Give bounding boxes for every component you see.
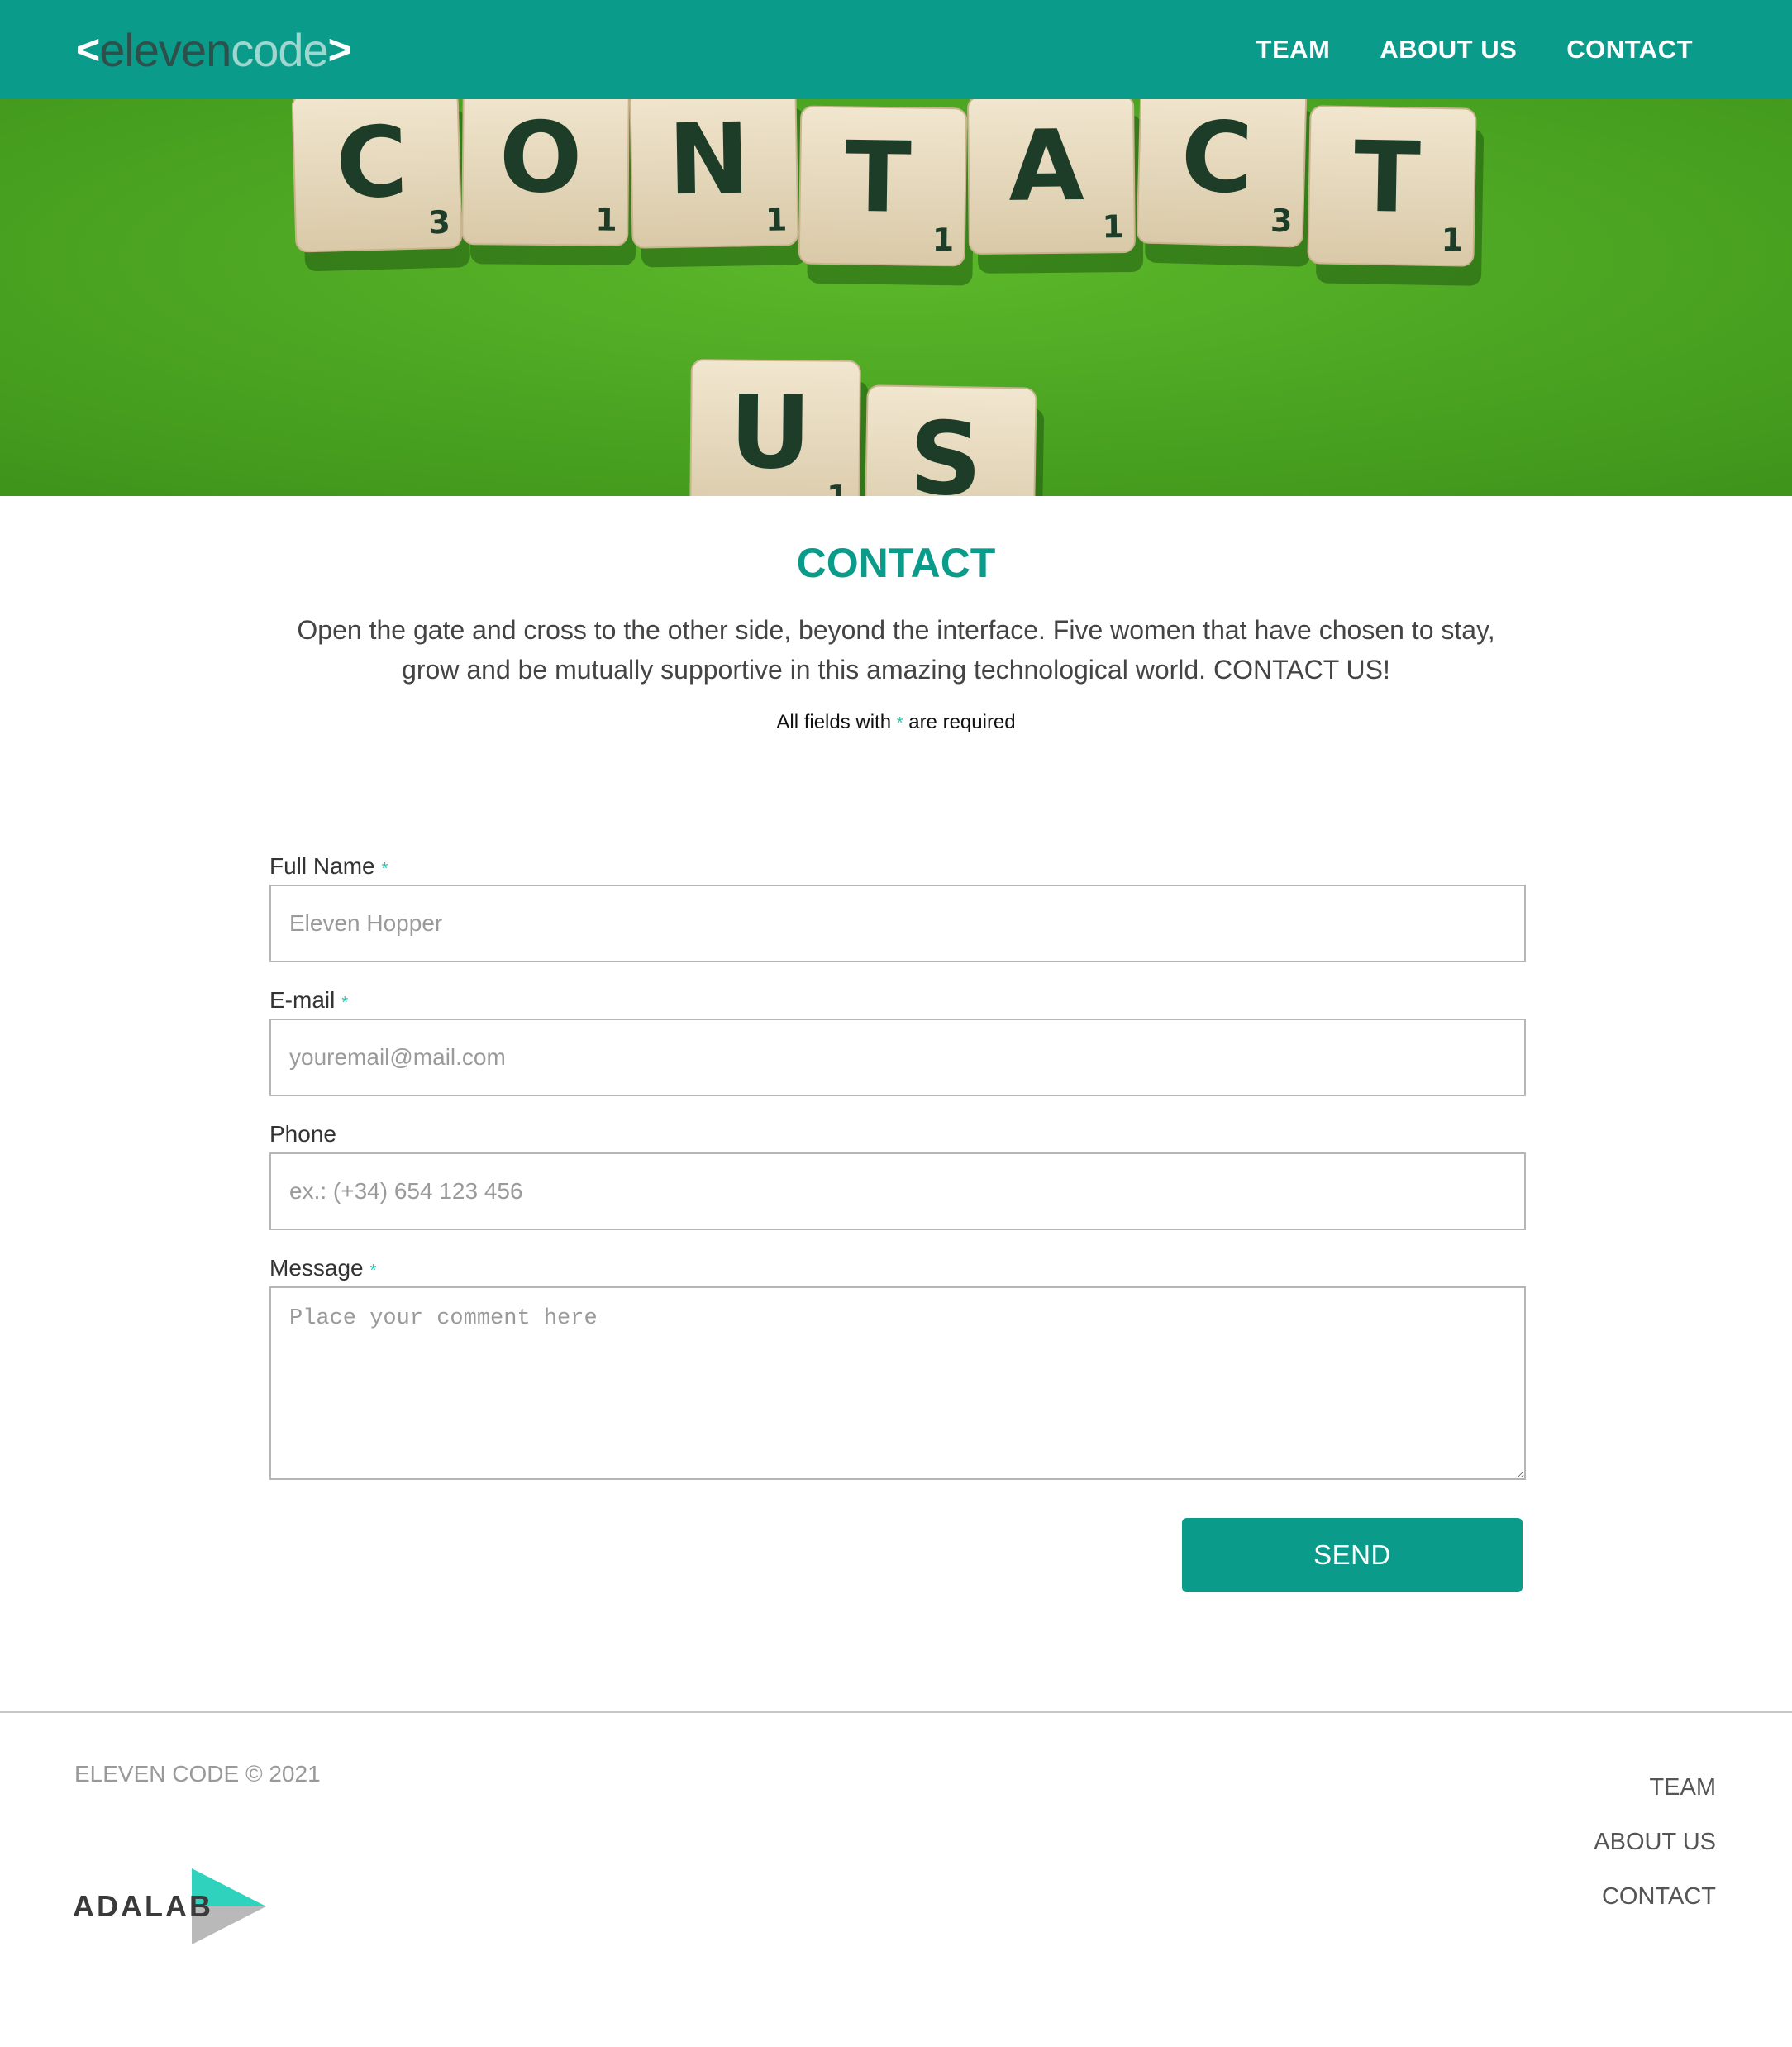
message-textarea[interactable] [269,1286,1526,1480]
message-label-text: Message [269,1255,364,1281]
hero-tile-row1-3: T1 [798,105,975,286]
required-fields-note: All fields with * are required [0,711,1792,734]
hero-tile-row1-4: A1 [967,99,1144,274]
full-name-input[interactable] [269,885,1526,962]
phone-label: Phone [269,1119,1526,1152]
email-label-text: E-mail [269,987,336,1013]
hero-image: C3O1N1T1A1C3T1 U1S1 [0,99,1792,496]
svg-text:1: 1 [1102,208,1124,245]
svg-text:A: A [1008,108,1085,223]
hero-tile-row2-0: U1 [689,359,869,496]
footer-nav: TEAM ABOUT US CONTACT [1594,1774,1716,1910]
phone-field: Phone [269,1119,1526,1230]
svg-text:3: 3 [1270,203,1294,240]
page-title: CONTACT [796,540,996,586]
hero-tile-row1-0: C3 [291,99,470,271]
hero-tile-row2-1: S1 [864,384,1045,496]
svg-text:1: 1 [595,202,617,238]
required-note-prefix: All fields with [776,711,892,733]
email-label: E-mail * [269,985,1526,1019]
svg-text:1: 1 [827,480,850,496]
main-nav: TEAM ABOUT US CONTACT [1256,0,1693,99]
nav-link-contact[interactable]: CONTACT [1566,35,1693,64]
svg-text:U: U [729,374,812,492]
hero-tile-row1-1: O1 [461,99,637,265]
svg-text:1: 1 [765,201,787,237]
elevencode-logo[interactable]: < eleven code > [76,20,352,79]
hero-tile-row1-2: N1 [629,99,807,268]
svg-text:O: O [498,100,583,215]
svg-text:S: S [908,400,983,496]
required-asterisk: * [341,994,349,1012]
nav-link-team[interactable]: TEAM [1256,35,1331,64]
svg-text:1: 1 [932,222,955,258]
logo-close-bracket: > [327,26,352,73]
site-header: < eleven code > TEAM ABOUT US CONTACT [0,0,1792,99]
logo-open-bracket: < [76,26,100,73]
email-input[interactable] [269,1019,1526,1096]
hero-tile-row1-6: T1 [1307,105,1484,286]
full-name-label-text: Full Name [269,853,375,879]
svg-text:C: C [335,104,409,220]
svg-text:N: N [667,102,751,217]
message-label: Message * [269,1253,1526,1286]
logo-word-code: code [231,23,328,76]
footer-link-team[interactable]: TEAM [1649,1774,1716,1801]
message-field: Message * [269,1253,1526,1480]
phone-input[interactable] [269,1152,1526,1230]
phone-label-text: Phone [269,1121,336,1147]
email-field: E-mail * [269,985,1526,1096]
scrabble-tiles-illustration: C3O1N1T1A1C3T1 U1S1 [0,99,1792,496]
copyright-text: ELEVEN CODE © 2021 [74,1761,321,1787]
hero-tile-row1-5: C3 [1136,99,1314,267]
send-button[interactable]: SEND [1182,1518,1523,1592]
svg-text:C: C [1180,99,1254,215]
svg-text:1: 1 [1441,222,1463,258]
svg-text:T: T [844,120,912,235]
required-note-suffix: are required [908,711,1016,733]
svg-text:T: T [1353,120,1422,235]
full-name-field: Full Name * [269,852,1526,962]
required-asterisk: * [896,714,903,732]
adalab-logo[interactable]: ADALAB [73,1868,271,1944]
required-asterisk: * [369,1262,377,1280]
required-asterisk: * [381,860,388,878]
svg-text:3: 3 [428,204,451,241]
intro-text: Open the gate and cross to the other sid… [297,615,1495,685]
full-name-label: Full Name * [269,852,1526,885]
logo-word-eleven: eleven [99,23,231,76]
nav-link-about-us[interactable]: ABOUT US [1380,35,1517,64]
footer-link-about-us[interactable]: ABOUT US [1594,1829,1716,1855]
footer-divider [0,1711,1792,1713]
footer-link-contact[interactable]: CONTACT [1602,1883,1716,1910]
adalab-logo-text: ADALAB [73,1889,213,1923]
